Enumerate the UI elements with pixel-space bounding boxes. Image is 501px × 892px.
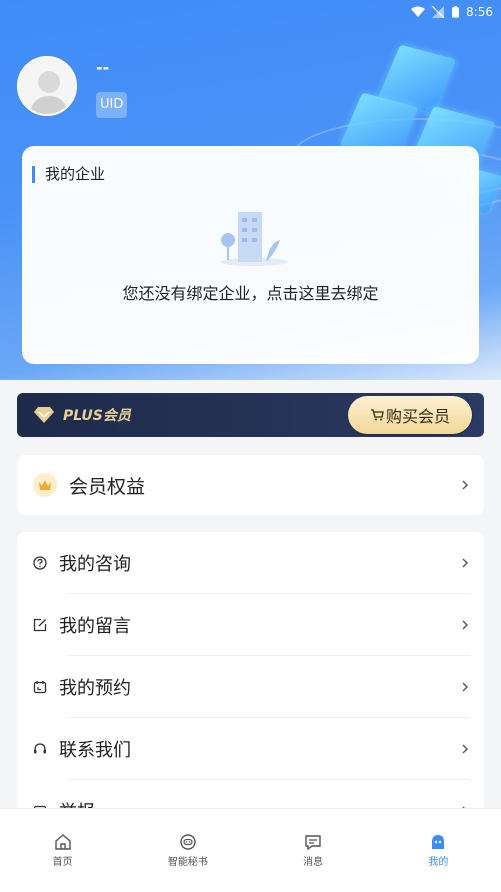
menu-item-label: 我的咨询 [59,554,131,575]
tab-smart-secretary[interactable]: 智能秘书 [125,809,250,892]
menu-item-my-messages[interactable]: 我的留言 [17,594,484,656]
plus-label: PLUS会员 [63,408,131,424]
robot-icon [180,834,196,850]
message-icon [305,835,321,851]
avatar[interactable] [17,56,77,116]
tab-messages[interactable]: 消息 [251,809,376,892]
menu-item-label: 我的留言 [59,616,131,637]
buy-membership-label: 购买会员 [385,407,450,426]
battery-icon [452,6,459,18]
plus-member-banner[interactable]: PLUS会员 购买会员 [17,393,484,437]
building-illustration-icon [220,212,288,266]
username: -- [96,58,110,77]
chevron-right-icon [462,682,468,692]
menu-list: 我的咨询 我的留言 我的预约 联系我们 举报 [17,532,484,832]
tab-label: 智能秘书 [167,857,208,868]
tab-label: 消息 [303,857,324,868]
question-circle-icon [33,556,47,570]
uid-badge: UID [96,92,128,118]
menu-item-label: 联系我们 [59,740,131,761]
tab-home[interactable]: 首页 [0,809,125,892]
chevron-right-icon [462,558,468,568]
crown-icon [33,473,57,497]
bind-enterprise-hint[interactable]: 您还没有绑定企业，点击这里去绑定 [22,280,479,304]
tab-label: 我的 [428,857,449,868]
edit-icon [33,618,47,632]
home-icon [54,834,71,850]
calendar-icon [33,681,47,694]
menu-item-label: 我的预约 [59,678,131,699]
chevron-right-icon [462,620,468,630]
headset-icon [34,743,46,754]
tab-label: 首页 [52,857,73,868]
member-rights-row[interactable]: 会员权益 [17,455,484,515]
wifi-icon [411,6,426,17]
bottom-tab-bar: 首页 智能秘书 消息 我的 [0,808,501,892]
menu-item-my-appointments[interactable]: 我的预约 [17,656,484,718]
menu-item-my-consultations[interactable]: 我的咨询 [17,532,484,594]
status-time: 8:56 [466,5,493,19]
diamond-icon [34,407,54,423]
member-rights-label: 会员权益 [69,475,146,498]
signal-icon [431,6,445,18]
chevron-right-icon [462,744,468,754]
tab-mine[interactable]: 我的 [376,809,501,892]
status-bar: 8:56 [0,0,501,24]
cart-icon [370,409,384,421]
profile-icon [432,835,445,849]
chevron-right-icon [462,480,468,490]
enterprise-title: 我的企业 [32,166,105,183]
buy-membership-button[interactable]: 购买会员 [348,396,472,434]
menu-item-contact-us[interactable]: 联系我们 [17,718,484,780]
my-enterprise-card[interactable]: 我的企业 您还没有绑定企业，点击这里去绑定 [22,146,479,364]
